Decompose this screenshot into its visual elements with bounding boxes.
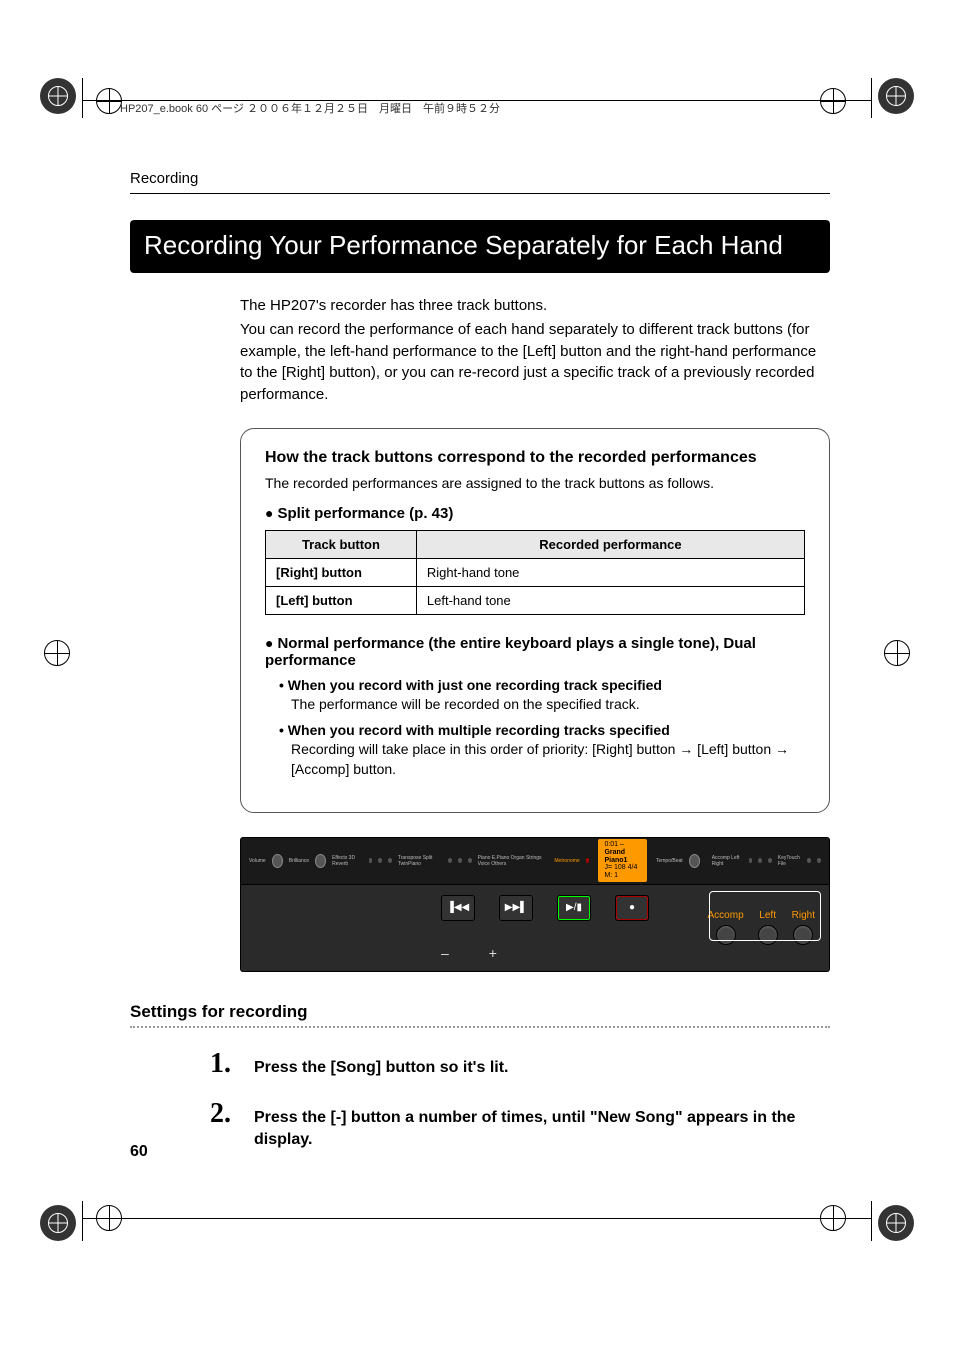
crop-line xyxy=(82,1218,872,1219)
crop-line xyxy=(871,78,872,118)
crop-line xyxy=(82,78,83,118)
table-cell: [Right] button xyxy=(266,558,417,586)
led-icon xyxy=(758,858,762,863)
led-icon xyxy=(458,858,462,863)
step-item: 2. Press the [-] button a number of time… xyxy=(210,1098,830,1152)
split-heading: ●Split performance (p. 43) xyxy=(265,505,805,522)
led-icon xyxy=(807,858,811,863)
table-cell: Right-hand tone xyxy=(416,558,804,586)
sub-text: Recording will take place in this order … xyxy=(291,740,805,779)
led-icon xyxy=(468,858,472,863)
step-number: 2. xyxy=(210,1098,240,1130)
knob-icon xyxy=(272,854,283,868)
panel-top: Volume Brilliance Effects 3D Reverb Tran… xyxy=(240,837,830,885)
sub-bullet: When you record with multiple recording … xyxy=(279,722,805,738)
rewind-button: ▐◀◀ xyxy=(441,895,475,921)
record-button: ● xyxy=(615,895,649,921)
info-heading: How the track buttons correspond to the … xyxy=(265,449,805,467)
page-number: 60 xyxy=(130,1143,148,1161)
step-item: 1. Press the [Song] button so it's lit. xyxy=(210,1048,830,1080)
led-icon xyxy=(388,858,392,863)
play-stop-button: ▶/▮ xyxy=(557,895,591,921)
subsection-heading: Settings for recording xyxy=(130,1002,830,1022)
step-text: Press the [-] button a number of times, … xyxy=(254,1107,830,1152)
page-content: Recording Recording Your Performance Sep… xyxy=(130,170,830,1169)
panel-bottom: ▐◀◀ ▶▶▌ ▶/▮ ● –+ Accomp Left Right xyxy=(240,885,830,972)
panel-figure: Volume Brilliance Effects 3D Reverb Tran… xyxy=(240,837,830,972)
knob-icon xyxy=(315,854,326,868)
table-header: Recorded performance xyxy=(416,530,804,558)
transport-group: ▐◀◀ ▶▶▌ ▶/▮ ● xyxy=(441,895,649,921)
table-row: [Right] button Right-hand tone xyxy=(266,558,805,586)
sub-text: The performance will be recorded on the … xyxy=(291,695,805,715)
info-box: How the track buttons correspond to the … xyxy=(240,428,830,813)
led-icon xyxy=(749,858,753,863)
lcd-display: 0:01 – Grand Piano1 J= 108 4/4 M: 1 xyxy=(598,839,647,881)
crop-line xyxy=(82,1201,83,1241)
led-icon xyxy=(369,858,373,863)
registration-mark-icon xyxy=(40,1205,76,1241)
knob-icon xyxy=(689,854,700,868)
step-number: 1. xyxy=(210,1048,240,1080)
registration-mark-icon xyxy=(40,78,76,114)
page-title: Recording Your Performance Separately fo… xyxy=(130,220,830,273)
table-header-row: Track button Recorded performance xyxy=(266,530,805,558)
led-icon xyxy=(586,858,590,863)
intro-line: The HP207's recorder has three track but… xyxy=(240,295,830,317)
table-cell: [Left] button xyxy=(266,586,417,614)
crosshair-icon xyxy=(820,88,846,114)
led-icon xyxy=(768,858,772,863)
registration-mark-icon xyxy=(878,78,914,114)
step-text: Press the [Song] button so it's lit. xyxy=(254,1057,508,1079)
horizontal-rule xyxy=(130,193,830,194)
led-icon xyxy=(378,858,382,863)
info-desc: The recorded performances are assigned t… xyxy=(265,475,805,491)
registration-mark-icon xyxy=(878,1205,914,1241)
callout-box xyxy=(709,891,821,941)
crosshair-icon xyxy=(44,640,70,666)
intro-text: The HP207's recorder has three track but… xyxy=(240,295,830,406)
crop-line xyxy=(871,1201,872,1241)
table-header: Track button xyxy=(266,530,417,558)
led-icon xyxy=(448,858,452,863)
crosshair-icon xyxy=(96,88,122,114)
dotted-rule xyxy=(130,1026,830,1028)
table-row: [Left] button Left-hand tone xyxy=(266,586,805,614)
table-cell: Left-hand tone xyxy=(416,586,804,614)
print-header: HP207_e.book 60 ページ ２００６年１２月２５日 月曜日 午前９時… xyxy=(120,100,500,116)
sub-bullet: When you record with just one recording … xyxy=(279,677,805,693)
plus-minus: –+ xyxy=(441,945,497,961)
crosshair-icon xyxy=(884,640,910,666)
forward-button: ▶▶▌ xyxy=(499,895,533,921)
intro-line: You can record the performance of each h… xyxy=(240,319,830,406)
led-icon xyxy=(817,858,821,863)
steps-list: 1. Press the [Song] button so it's lit. … xyxy=(210,1048,830,1152)
section-label: Recording xyxy=(130,170,830,187)
normal-heading: ●Normal performance (the entire keyboard… xyxy=(265,635,805,669)
track-table: Track button Recorded performance [Right… xyxy=(265,530,805,615)
